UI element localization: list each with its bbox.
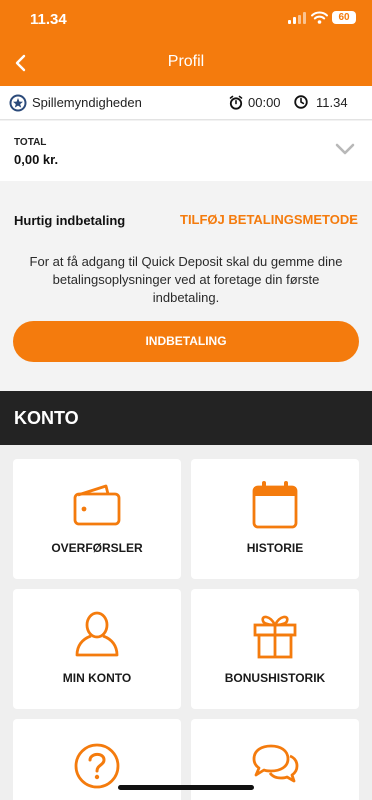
deposit-button[interactable]: INDBETALING [13, 321, 359, 362]
wifi-icon [311, 11, 328, 24]
account-section-title: KONTO [14, 408, 79, 428]
stopwatch-icon [229, 95, 243, 110]
battery-icon: 60 [332, 11, 356, 24]
tile-my-account[interactable]: MIN KONTO [13, 589, 181, 709]
chevron-right-icon[interactable]: › [349, 212, 353, 227]
help-icon [74, 743, 120, 789]
home-indicator[interactable] [118, 785, 254, 790]
tile-label: BONUSHISTORIK [224, 671, 326, 685]
total-value: 0,00 kr. [14, 152, 59, 167]
info-bar: Spillemyndigheden 00:00 11.34 [0, 86, 372, 120]
regulator-label: Spillemyndigheden [32, 95, 142, 110]
tile-label: OVERFØRSLER [51, 541, 143, 555]
gift-icon [253, 615, 297, 659]
quick-deposit-description: For at få adgang til Quick Deposit skal … [29, 254, 343, 305]
chat-icon [252, 744, 299, 783]
account-section-header: KONTO [0, 391, 372, 445]
cellular-signal-icon [288, 12, 306, 24]
tile-transfers[interactable]: OVERFØRSLER [13, 459, 181, 579]
page-title: Profil [167, 53, 205, 70]
total-label: TOTAL [14, 137, 47, 148]
tile-label: HISTORIE [246, 541, 304, 555]
tile-history[interactable]: HISTORIE [191, 459, 359, 579]
total-balance-panel: TOTAL 0,00 kr. [0, 121, 372, 181]
calendar-icon [252, 481, 298, 529]
clock-icon [294, 95, 308, 109]
user-icon [75, 611, 119, 657]
status-bar: 11.34 60 [0, 0, 372, 40]
spillemyndigheden-logo-icon[interactable] [9, 94, 27, 112]
tile-label: MIN KONTO [62, 671, 132, 685]
chevron-down-icon[interactable] [334, 141, 356, 157]
session-timer: 00:00 [248, 95, 281, 110]
add-payment-method-link[interactable]: TILFØJ BETALINGSMETODE [180, 212, 358, 227]
clock-time: 11.34 [316, 95, 348, 110]
tile-bonus-history[interactable]: BONUSHISTORIK [191, 589, 359, 709]
nav-bar: Profil [0, 40, 372, 86]
quick-deposit-label: Hurtig indbetaling [14, 213, 126, 228]
status-time: 11.34 [30, 11, 67, 28]
wallet-icon [73, 484, 121, 526]
